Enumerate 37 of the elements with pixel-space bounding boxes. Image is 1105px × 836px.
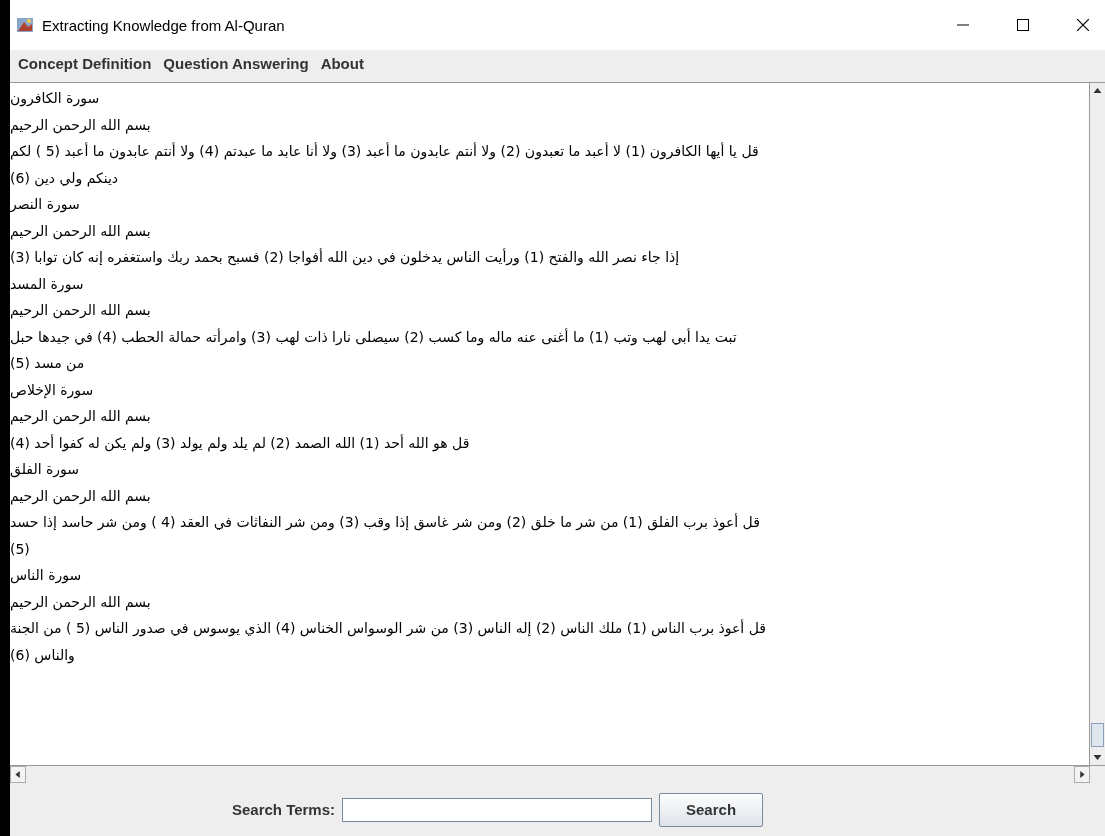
text-line: قل أعوذ برب الناس (1) ملك الناس (2) إله الناس (3) من شر الوسواس الخناس (4) الذي يوسوس في صدور الناس (5 ) من الجنة bbox=[10, 618, 767, 639]
search-button[interactable]: Search bbox=[659, 792, 764, 827]
text-line: سورة الفلق bbox=[10, 460, 81, 480]
text-line: بسم الله الرحمن الرحيم bbox=[10, 592, 152, 613]
menu-item[interactable]: Concept Definition bbox=[14, 54, 156, 72]
window-title: Extracting Knowledge from Al-Quran bbox=[42, 16, 285, 34]
scroll-right-icon[interactable] bbox=[1074, 766, 1090, 783]
text-line: قل يا أيها الكافرون (1) لا أعبد ما تعبدون (2) ولا أنتم عابدون ما أعبد (3) ولا أنا عابد ما عبدتم (4) ولا أنتم عابدون ما أعبد (5 ) لكم bbox=[10, 141, 760, 162]
vertical-scrollbar[interactable] bbox=[1089, 83, 1105, 765]
text-line: سورة الإخلاص bbox=[10, 380, 95, 401]
text-line: (5) bbox=[10, 539, 31, 559]
text-line: بسم الله الرحمن الرحيم bbox=[10, 486, 152, 507]
search-field[interactable] bbox=[342, 797, 653, 822]
search-label: Search Terms: bbox=[231, 801, 336, 818]
text-line: قل أعوذ برب الفلق (1) من شر ما خلق (2) ومن شر غاسق إذا وقب (3) ومن شر النفاثات في العقد (4 ) ومن شر حاسد إذا حسد bbox=[10, 512, 761, 533]
text-line: سورة الناس bbox=[10, 566, 83, 586]
scroll-thumb[interactable] bbox=[1091, 723, 1104, 747]
maximize-icon[interactable] bbox=[1017, 19, 1029, 31]
text-line: قل هو الله أحد (1) الله الصمد (2) لم يلد ولم يولد (3) ولم يكن له كفوا أحد (4) bbox=[10, 433, 471, 454]
scroll-left-icon[interactable] bbox=[10, 766, 26, 783]
text-line: بسم الله الرحمن الرحيم bbox=[10, 407, 152, 427]
app-icon bbox=[16, 16, 34, 34]
text-line: سورة المسد bbox=[10, 274, 85, 295]
text-line: بسم الله الرحمن الرحيم bbox=[10, 115, 152, 136]
text-line: سورة النصر bbox=[10, 195, 81, 215]
text-line: تبت يدا أبي لهب وتب (1) ما أغنى عنه ماله وما كسب (2) سيصلى نارا ذات لهب (3) وامرأته حمالة الحطب (4) في جيدها حبل bbox=[10, 327, 738, 348]
menu-item[interactable]: About bbox=[316, 54, 368, 72]
menu-item[interactable]: Question Answering bbox=[159, 54, 313, 72]
text-line: دينكم ولي دين (6) bbox=[10, 168, 120, 189]
text-line: بسم الله الرحمن الرحيم bbox=[10, 221, 152, 242]
horizontal-scrollbar[interactable] bbox=[10, 765, 1105, 783]
text-line: بسم الله الرحمن الرحيم bbox=[10, 301, 152, 321]
text-line: إذا جاء نصر الله والفتح (1) ورأيت الناس يدخلون في دين الله أفواجا (2) فسبح بحمد ربك واستغفره إنه كان توابا (3) bbox=[10, 247, 681, 268]
text-line: والناس (6) bbox=[10, 645, 76, 666]
text-line: سورة الكافرون bbox=[10, 89, 101, 109]
close-icon[interactable] bbox=[1077, 19, 1089, 31]
text-line: من مسد (5) bbox=[10, 354, 86, 374]
